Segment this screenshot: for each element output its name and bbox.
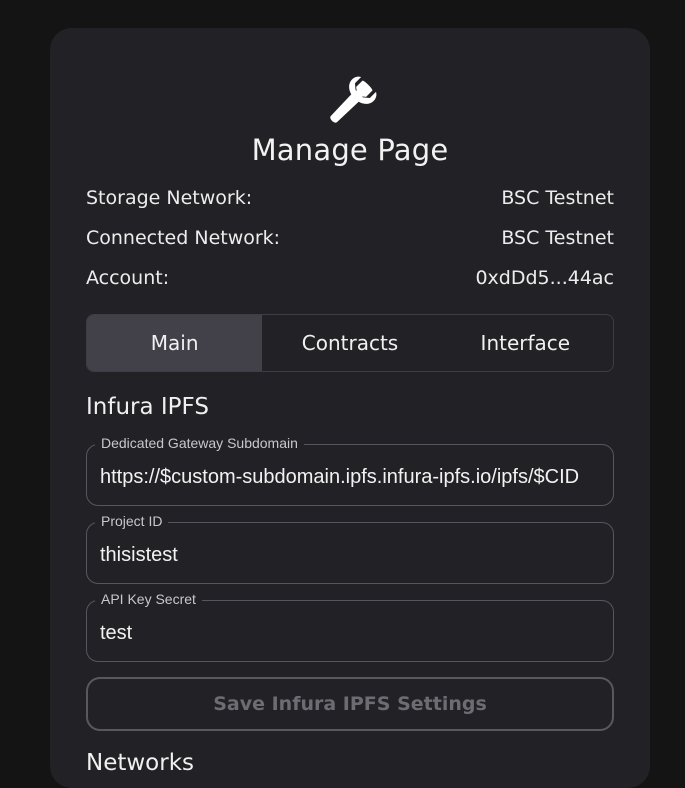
api-key-input[interactable] (100, 619, 600, 647)
tab-main[interactable]: Main (87, 315, 263, 371)
storage-network-row: Storage Network: BSC Testnet (86, 185, 614, 211)
tab-bar: Main Contracts Interface (86, 314, 614, 372)
manage-card: Manage Page Storage Network: BSC Testnet… (50, 28, 650, 788)
tab-interface[interactable]: Interface (438, 315, 613, 371)
networks-section-title: Networks (86, 750, 195, 776)
storage-network-label: Storage Network: (86, 187, 253, 209)
api-key-field-label: API Key Secret (95, 591, 202, 607)
gateway-input[interactable] (100, 463, 600, 491)
connected-network-row: Connected Network: BSC Testnet (86, 225, 614, 251)
project-id-field: Project ID (86, 513, 614, 584)
account-row: Account: 0xdDd5...44ac (86, 265, 614, 291)
api-key-field: API Key Secret (86, 591, 614, 662)
account-label: Account: (86, 267, 170, 289)
gateway-field-label: Dedicated Gateway Subdomain (95, 435, 304, 451)
gateway-field: Dedicated Gateway Subdomain (86, 435, 614, 506)
project-id-field-label: Project ID (95, 513, 169, 529)
wrench-icon (330, 76, 377, 123)
project-id-input[interactable] (100, 541, 600, 569)
save-infura-settings-button[interactable]: Save Infura IPFS Settings (86, 677, 614, 731)
storage-network-value: BSC Testnet (501, 187, 614, 209)
connected-network-value: BSC Testnet (501, 227, 614, 249)
infura-section-title: Infura IPFS (86, 394, 209, 420)
connected-network-label: Connected Network: (86, 227, 281, 249)
account-value: 0xdDd5...44ac (475, 267, 614, 289)
page-title: Manage Page (251, 133, 449, 167)
tab-contracts[interactable]: Contracts (262, 315, 437, 371)
